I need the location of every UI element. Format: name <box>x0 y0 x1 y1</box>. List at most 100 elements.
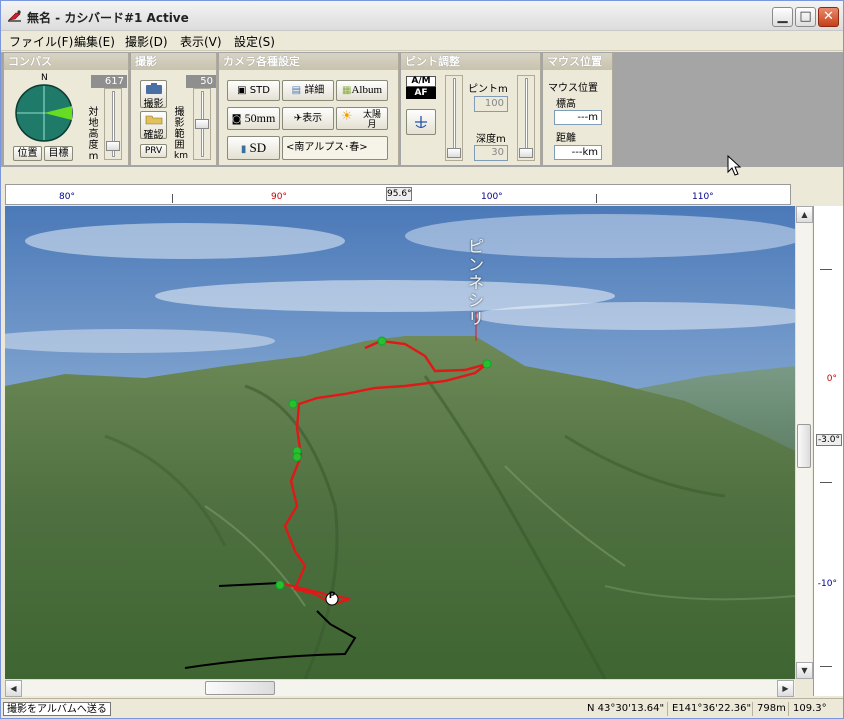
camera-icon <box>146 83 162 94</box>
ruler-label-100: 100° <box>481 192 503 202</box>
status-bar: 撮影をアルバムへ送る N 43°30'13.64" E141°36'22.36"… <box>1 698 843 718</box>
sun-icon: ☀ <box>341 109 353 124</box>
pin-icon: ✈ <box>293 113 303 124</box>
pitch-indicator: -3.0° <box>815 434 842 446</box>
scroll-left-button[interactable]: ◀ <box>5 680 22 697</box>
status-heading: 109.3° <box>788 702 827 716</box>
peak-label: ピンネシリ <box>467 237 484 328</box>
terrain-view[interactable]: ピンネシリ P <box>5 206 795 679</box>
pitch-label-minus10: -10° <box>817 579 837 589</box>
menu-view[interactable]: 表示(V) <box>180 33 222 50</box>
crosshair-icon <box>415 116 427 128</box>
focus-mode-toggle[interactable]: A/M AF <box>406 76 436 100</box>
status-hint: 撮影をアルバムへ送る <box>3 702 111 716</box>
focus-distance-field[interactable]: 100 <box>474 96 508 112</box>
depth-slider-thumb[interactable] <box>519 148 533 158</box>
focus-slider-thumb[interactable] <box>447 148 461 158</box>
altitude-slider[interactable] <box>104 88 122 160</box>
terrain-render[interactable] <box>5 206 795 679</box>
focus-panel: ピント調整 A/M AF ピントm 100 深度m 30 <box>401 53 541 165</box>
status-elevation: 798m <box>752 702 786 716</box>
status-longitude: E141°36'22.36" <box>667 702 751 716</box>
scroll-right-button[interactable]: ▶ <box>777 680 794 697</box>
ruler-label-80: 80° <box>59 192 75 202</box>
arrow-up-icon: ▲ <box>801 210 808 219</box>
close-button[interactable]: ✕ <box>818 7 839 27</box>
range-slider[interactable] <box>193 88 211 160</box>
camera-settings-panel: カメラ各種設定 ▣ STD ▤ 詳細 ▦Album ◙ 50mm ✈表示 ☀ 太陽… <box>219 53 399 165</box>
focus-target-button[interactable] <box>406 109 436 135</box>
altitude-slider-thumb[interactable] <box>106 141 120 151</box>
depth-label: 深度m <box>476 134 506 145</box>
camera-settings-title: カメラ各種設定 <box>219 53 398 70</box>
app-icon <box>8 10 21 22</box>
compass-north-label: N <box>41 73 48 83</box>
camera-small-icon: ▣ <box>237 85 247 96</box>
heading-ruler[interactable]: 80° 90° 95.6° 100° 110° <box>5 184 791 205</box>
minimize-icon: ▁ <box>777 9 788 24</box>
vertical-scrollbar[interactable]: ▲ ▼ <box>795 206 813 679</box>
display-button[interactable]: ✈表示 <box>282 107 334 130</box>
mouse-position-panel: マウス位置 マウス位置 標高 ---m 距離 ---km <box>543 53 613 165</box>
heading-indicator: 95.6° <box>386 187 412 201</box>
capture-button[interactable]: 撮影 <box>140 80 167 110</box>
close-icon: ✕ <box>823 9 834 24</box>
altitude-value: 617 <box>91 75 127 88</box>
status-latitude: N 43°30'13.64" <box>587 703 665 714</box>
position-button[interactable]: 位置 <box>13 146 42 161</box>
menu-settings[interactable]: 設定(S) <box>234 33 275 50</box>
preview-button[interactable]: PRV <box>140 144 167 158</box>
distance-value: ---km <box>554 145 602 160</box>
app-window: 無名 - カシバード#1 Active ▁ □ ✕ ファイル(F) 編集(E) … <box>0 0 844 719</box>
compass-panel: コンパス N 617 対 地 高 度 m 位置 目標 <box>4 53 129 165</box>
parking-marker[interactable]: P <box>324 591 340 601</box>
control-panel-area: コンパス N 617 対 地 高 度 m 位置 目標 撮影 撮影 確認 PRV … <box>1 52 843 176</box>
vertical-scroll-thumb[interactable] <box>797 424 811 468</box>
depth-slider[interactable] <box>517 75 535 161</box>
minimize-button[interactable]: ▁ <box>772 7 793 27</box>
sd-button[interactable]: ▮ SD <box>227 136 280 160</box>
pitch-ruler[interactable]: 0° -3.0° -10° <box>813 206 843 696</box>
arrow-left-icon: ◀ <box>10 684 17 693</box>
pitch-label-0: 0° <box>826 374 837 384</box>
mouse-position-title: マウス位置 <box>543 53 612 70</box>
sd-icon: ▮ <box>240 144 247 155</box>
menu-shoot[interactable]: 撮影(D) <box>125 33 168 50</box>
horizontal-scrollbar[interactable]: ◀ ▶ <box>5 679 795 697</box>
maximize-button[interactable]: □ <box>795 7 816 27</box>
lens-icon: ◙ <box>231 114 242 125</box>
target-button[interactable]: 目標 <box>44 146 73 161</box>
focus-slider[interactable] <box>445 75 463 161</box>
sun-moon-button[interactable]: ☀ 太陽月 <box>336 107 388 130</box>
compass-dial[interactable] <box>14 83 74 143</box>
photo-icon: ▤ <box>291 85 302 96</box>
range-label: 撮 影 範 囲 km <box>174 107 188 161</box>
ruler-label-90: 90° <box>271 192 287 202</box>
distance-label: 距離 <box>556 133 576 144</box>
compass-title: コンパス <box>4 53 128 70</box>
scroll-down-button[interactable]: ▼ <box>796 662 813 679</box>
confirm-button[interactable]: 確認 <box>140 111 167 141</box>
menu-bar: ファイル(F) 編集(E) 撮影(D) 表示(V) 設定(S) <box>1 31 843 51</box>
std-button[interactable]: ▣ STD <box>227 80 280 101</box>
detail-button[interactable]: ▤ 詳細 <box>282 80 334 101</box>
elevation-label: 標高 <box>556 99 576 110</box>
menu-file[interactable]: ファイル(F) <box>9 33 73 50</box>
focus-title: ピント調整 <box>401 53 540 70</box>
preset-selector[interactable]: <南アルプス･春> <box>282 136 388 160</box>
lens-button[interactable]: ◙ 50mm <box>227 107 280 130</box>
album-button[interactable]: ▦Album <box>336 80 388 101</box>
range-value: 50 <box>186 75 216 88</box>
arrow-right-icon: ▶ <box>782 684 789 693</box>
range-slider-thumb[interactable] <box>195 119 209 129</box>
horizontal-scroll-thumb[interactable] <box>205 681 275 695</box>
altitude-label: 対 地 高 度 m <box>88 107 99 162</box>
ruler-label-110: 110° <box>692 192 714 202</box>
depth-field[interactable]: 30 <box>474 145 508 161</box>
scroll-up-button[interactable]: ▲ <box>796 206 813 223</box>
menu-edit[interactable]: 編集(E) <box>74 33 115 50</box>
shoot-panel: 撮影 撮影 確認 PRV 50 撮 影 範 囲 km <box>131 53 217 165</box>
mouse-cursor-icon <box>727 155 742 176</box>
title-bar[interactable]: 無名 - カシバード#1 Active ▁ □ ✕ <box>1 1 843 31</box>
folder-icon <box>145 115 163 125</box>
